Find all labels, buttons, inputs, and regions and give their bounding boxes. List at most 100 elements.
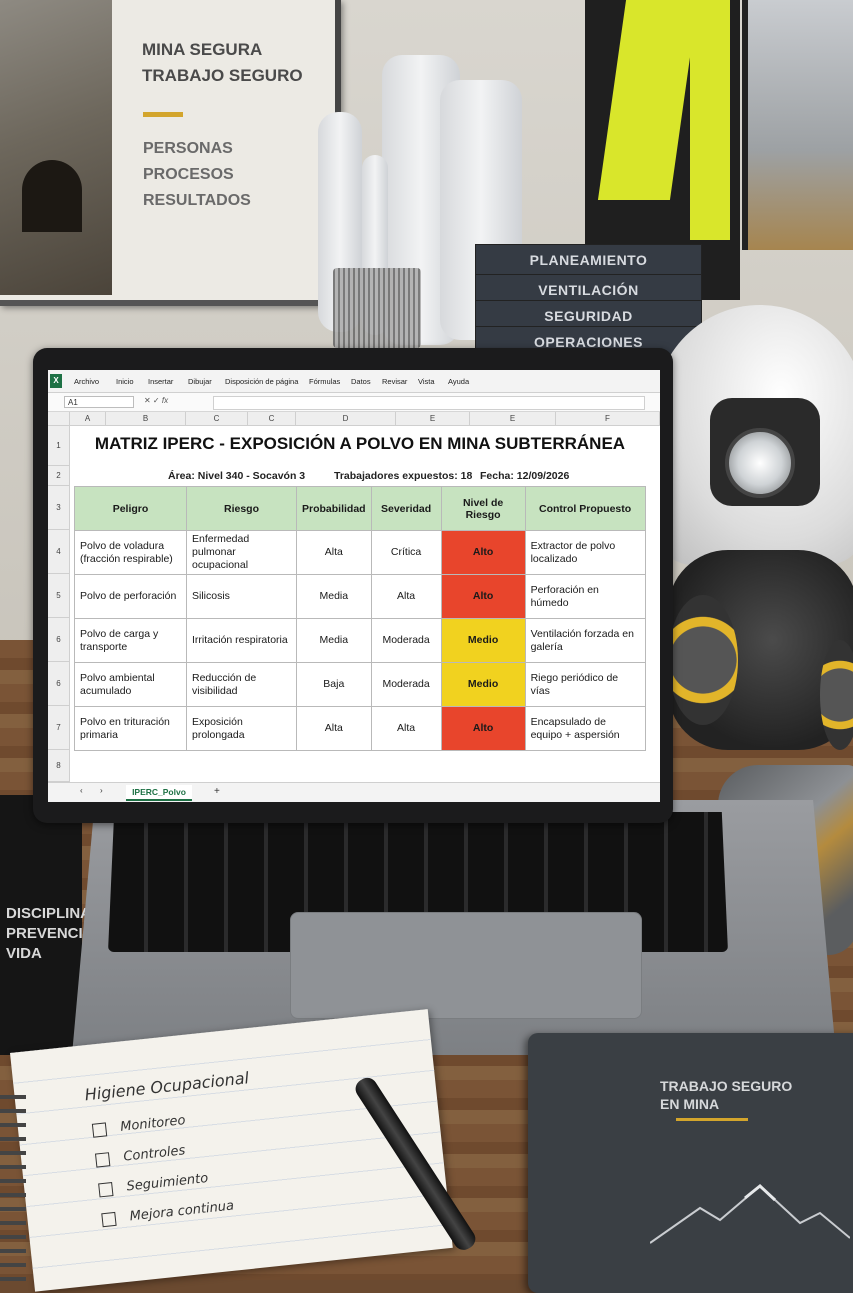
cell-severidad[interactable]: Crítica	[370, 529, 442, 576]
table-row: Polvo de voladura (fracción respirable) …	[74, 529, 646, 576]
name-box[interactable]: A1	[64, 396, 134, 408]
notebook: Higiene Ocupacional Monitoreo Controles …	[10, 1009, 453, 1292]
cell-probabilidad[interactable]: Baja	[296, 662, 372, 708]
cell-probabilidad[interactable]: Media	[296, 574, 372, 620]
menu-inicio[interactable]: Inicio	[116, 377, 134, 386]
menu-ayuda[interactable]: Ayuda	[448, 377, 469, 386]
column-header[interactable]: C	[248, 412, 296, 426]
row-header[interactable]: 7	[48, 706, 70, 750]
menu-archivo[interactable]: Archivo	[74, 377, 99, 386]
lamp-lens	[725, 428, 795, 498]
row-header[interactable]: 2	[48, 466, 70, 486]
menu-insertar[interactable]: Insertar	[148, 377, 173, 386]
binder: PLANEAMIENTO	[475, 244, 702, 276]
cell-control[interactable]: Perforación en húmedo	[524, 574, 646, 620]
poster-title-2: TRABAJO SEGURO	[142, 66, 303, 85]
cell-probabilidad[interactable]: Media	[296, 618, 372, 664]
cell-riesgo[interactable]: Enfermedad pulmonar ocupacional	[186, 529, 297, 576]
notebook-item: Mejora continua	[101, 1198, 235, 1227]
cell-peligro[interactable]: Polvo de voladura (fracción respirable)	[74, 529, 187, 576]
cell-riesgo[interactable]: Irritación respiratoria	[186, 618, 297, 664]
header-nivel-riesgo[interactable]: Nivel de Riesgo	[440, 486, 526, 531]
cell-nivel-riesgo[interactable]: Alto	[440, 574, 526, 620]
row-header[interactable]: 6	[48, 662, 70, 706]
area-info[interactable]: Área: Nivel 340 - Socavón 3	[168, 470, 305, 482]
date-info[interactable]: Fecha: 12/09/2026	[480, 470, 569, 482]
cell-severidad[interactable]: Alta	[370, 574, 442, 620]
row-header[interactable]: 3	[48, 486, 70, 530]
mountain-icon	[650, 1184, 850, 1244]
respirator-filter	[820, 640, 853, 750]
nav-next-icon[interactable]: ›	[100, 786, 103, 795]
cell-peligro[interactable]: Polvo en trituración primaria	[74, 706, 187, 752]
cell-severidad[interactable]: Moderada	[370, 662, 442, 708]
pen-cup	[333, 268, 421, 348]
cell-control[interactable]: Encapsulado de equipo + aspersión	[524, 706, 646, 752]
select-all-corner[interactable]	[48, 412, 70, 426]
cell-severidad[interactable]: Alta	[370, 706, 442, 752]
sheet-tab-bar: ‹ › IPERC_Polvo +	[48, 782, 660, 802]
cell-probabilidad[interactable]: Alta	[296, 706, 372, 752]
check-icon	[101, 1211, 117, 1227]
poster-item: PROCESOS	[143, 166, 234, 183]
sheet-title[interactable]: MATRIZ IPERC - EXPOSICIÓN A POLVO EN MIN…	[70, 434, 650, 454]
excel-logo-icon[interactable]: X	[50, 374, 62, 388]
cell-control[interactable]: Extractor de polvo localizado	[524, 529, 646, 576]
fx-icon[interactable]: ✕ ✓ fx	[144, 396, 168, 405]
column-header[interactable]: B	[106, 412, 186, 426]
column-header[interactable]: F	[556, 412, 660, 426]
trackpad[interactable]	[290, 912, 642, 1019]
row-header[interactable]: 8	[48, 750, 70, 782]
respirator-filter	[668, 595, 738, 725]
check-icon	[91, 1121, 108, 1138]
iperc-table: Peligro Riesgo Probabilidad Severidad Ni…	[74, 486, 646, 752]
cell-nivel-riesgo[interactable]: Medio	[440, 662, 526, 708]
menu-revisar[interactable]: Revisar	[382, 377, 407, 386]
cell-severidad[interactable]: Moderada	[370, 618, 442, 664]
poster-title-1: MINA SEGURA	[142, 40, 263, 59]
mine-tunnel	[22, 160, 82, 232]
menu-datos[interactable]: Datos	[351, 377, 371, 386]
column-header[interactable]: A	[70, 412, 106, 426]
book-title-1: TRABAJO SEGURO	[660, 1078, 793, 1094]
cell-riesgo[interactable]: Silicosis	[186, 574, 297, 620]
sheet-tab-iperc[interactable]: IPERC_Polvo	[126, 785, 192, 801]
header-severidad[interactable]: Severidad	[370, 486, 442, 531]
cell-probabilidad[interactable]: Alta	[296, 529, 372, 576]
cell-peligro[interactable]: Polvo ambiental acumulado	[74, 662, 187, 708]
cell-peligro[interactable]: Polvo de perforación	[74, 574, 187, 620]
column-header[interactable]: D	[296, 412, 396, 426]
cell-nivel-riesgo[interactable]: Medio	[440, 618, 526, 664]
menu-disposicion[interactable]: Disposición de página	[225, 377, 298, 386]
cell-riesgo[interactable]: Exposición prolongada	[186, 706, 297, 752]
nav-prev-icon[interactable]: ‹	[80, 786, 83, 795]
cell-control[interactable]: Riego periódico de vías	[524, 662, 646, 708]
menu-vista[interactable]: Vista	[418, 377, 435, 386]
header-probabilidad[interactable]: Probabilidad	[296, 486, 372, 531]
column-header[interactable]: E	[396, 412, 470, 426]
menu-formulas[interactable]: Fórmulas	[309, 377, 340, 386]
table-row: Polvo en trituración primaria Exposición…	[74, 706, 646, 752]
cell-nivel-riesgo[interactable]: Alto	[440, 529, 526, 576]
row-header[interactable]: 4	[48, 530, 70, 574]
cell-nivel-riesgo[interactable]: Alto	[440, 706, 526, 752]
mug-text: DISCIPLINA	[6, 905, 92, 922]
cell-control[interactable]: Ventilación forzada en galería	[524, 618, 646, 664]
cell-riesgo[interactable]: Reducción de visibilidad	[186, 662, 297, 708]
notebook-item: Seguimiento	[98, 1171, 209, 1197]
cell-peligro[interactable]: Polvo de carga y transporte	[74, 618, 187, 664]
column-header[interactable]: C	[186, 412, 248, 426]
row-header[interactable]: 1	[48, 426, 70, 466]
row-header[interactable]: 5	[48, 574, 70, 618]
menu-dibujar[interactable]: Dibujar	[188, 377, 212, 386]
column-header[interactable]: E	[470, 412, 556, 426]
workers-info[interactable]: Trabajadores expuestos: 18	[334, 470, 472, 482]
row-header[interactable]: 6	[48, 618, 70, 662]
formula-input[interactable]	[213, 396, 645, 410]
table-header-row: Peligro Riesgo Probabilidad Severidad Ni…	[74, 486, 646, 531]
header-control[interactable]: Control Propuesto	[524, 486, 646, 531]
ribbon-menu: X Archivo Inicio Insertar Dibujar Dispos…	[48, 370, 660, 393]
add-sheet-icon[interactable]: +	[214, 786, 220, 797]
header-riesgo[interactable]: Riesgo	[186, 486, 297, 531]
header-peligro[interactable]: Peligro	[74, 486, 187, 531]
